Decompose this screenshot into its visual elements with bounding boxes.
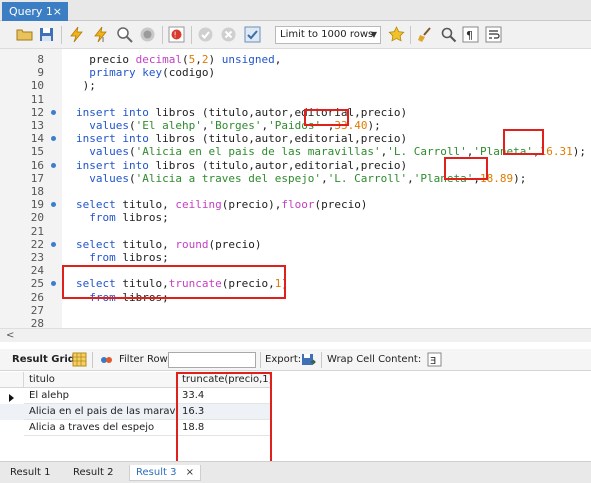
line-number: 18	[30, 185, 44, 198]
autocommit-icon[interactable]	[244, 26, 261, 43]
scroll-left-icon[interactable]: <	[6, 329, 14, 342]
invisible-characters-icon[interactable]: ¶	[462, 26, 479, 43]
tab-result-1[interactable]: Result 1	[10, 465, 50, 481]
svg-text:!: !	[174, 31, 177, 40]
code-line[interactable]: select titulo, round(precio)	[76, 238, 261, 251]
rollback-icon[interactable]	[220, 26, 237, 43]
code-line[interactable]: insert into libros (titulo,autor,editori…	[76, 132, 407, 145]
line-number: 16	[30, 158, 44, 172]
tab-result-3-label: Result 3	[136, 467, 177, 478]
annotation-box-18-89	[444, 157, 488, 180]
line-number: 12	[30, 105, 44, 119]
chevron-down-icon: ▼	[370, 30, 377, 39]
export-icon[interactable]	[301, 352, 316, 367]
cell-titulo[interactable]: Alicia a traves del espejo	[24, 420, 177, 436]
line-number: 20	[30, 211, 44, 225]
find-icon[interactable]	[440, 26, 457, 43]
code-line[interactable]: from libros;	[76, 251, 168, 264]
limit-rows-select[interactable]: Limit to 1000 rows ▼	[275, 26, 381, 44]
result-grid-label[interactable]: Result Grid	[12, 354, 75, 366]
svg-text:Ǝ: Ǝ	[430, 356, 436, 367]
close-icon[interactable]: ×	[53, 2, 62, 21]
add-snippet-star-icon[interactable]	[388, 26, 405, 43]
line-number: 23	[30, 251, 44, 264]
line-number: 27	[30, 303, 44, 317]
statement-marker-icon[interactable]	[51, 241, 56, 247]
annotation-box-16-31	[503, 129, 544, 155]
svg-text:I: I	[102, 36, 104, 43]
execute-current-icon[interactable]: I	[92, 26, 109, 44]
tab-label: Query 1	[9, 5, 53, 18]
line-number: 15	[30, 145, 44, 159]
filter-icon	[99, 353, 113, 367]
beautify-broom-icon[interactable]	[416, 26, 433, 43]
code-line[interactable]: );	[76, 79, 96, 92]
row-header-corner	[0, 372, 24, 388]
statement-marker-icon[interactable]	[51, 109, 56, 115]
code-line[interactable]: precio decimal(5,2) unsigned,	[76, 53, 281, 66]
sql-editor[interactable]: 8 9 10 11 12 13 14 15 16 17 18 19 20 21 22 23 24 25 26 27 28…	[0, 49, 591, 330]
line-number: 13	[30, 119, 44, 132]
result-grid[interactable]: titulo truncate(precio,1) El alehp 33.4 …	[0, 372, 591, 464]
filter-rows-input[interactable]	[168, 352, 256, 368]
word-wrap-icon[interactable]	[485, 26, 502, 43]
explain-magnifier-icon[interactable]	[116, 26, 133, 43]
line-number: 25	[30, 277, 44, 291]
tab-query-1[interactable]: Query 1 ×	[2, 2, 68, 21]
svg-text:¶: ¶	[466, 29, 473, 42]
annotation-box-truncate-column	[176, 372, 272, 464]
code-line[interactable]: insert into libros (titulo,autor,editori…	[76, 106, 407, 119]
wrap-cell-label: Wrap Cell Content:	[327, 354, 422, 365]
query-tab-strip: Query 1 ×	[0, 0, 591, 21]
execute-lightning-icon[interactable]	[68, 26, 85, 43]
tab-result-3[interactable]: Result 3 ×	[129, 465, 202, 481]
sql-editor-toolbar: I ! Limit to 1000 rows ▼ ¶	[0, 21, 591, 49]
export-label: Export:	[265, 354, 302, 365]
result-toolbar: Result Grid Filter Rows: Export: Wrap Ce…	[0, 349, 591, 371]
line-number: 11	[30, 92, 44, 106]
open-folder-icon[interactable]	[16, 26, 33, 43]
tab-result-2[interactable]: Result 2	[73, 465, 113, 481]
statement-marker-icon[interactable]	[51, 136, 56, 142]
line-number: 9	[37, 66, 44, 80]
annotation-box-33-40	[304, 109, 349, 126]
commit-check-icon[interactable]	[197, 26, 214, 43]
stop-on-error-icon[interactable]: !	[168, 26, 185, 43]
line-number: 14	[30, 132, 44, 146]
limit-rows-value: Limit to 1000 rows	[280, 29, 374, 40]
grid-view-icon[interactable]	[72, 352, 87, 367]
close-icon[interactable]: ×	[186, 467, 194, 478]
save-icon[interactable]	[38, 26, 55, 43]
statement-marker-icon[interactable]	[51, 162, 56, 168]
line-number: 21	[30, 224, 44, 238]
line-number-gutter: 8 9 10 11 12 13 14 15 16 17 18 19 20 21 22 23 24 25 26 27 28	[0, 49, 62, 330]
annotation-box-truncate-query	[62, 265, 286, 299]
result-tabs: Result 1 Result 2 Result 3 ×	[0, 461, 591, 483]
line-number: 22	[30, 237, 44, 251]
cell-titulo[interactable]: Alicia en el pais de las maravillas	[24, 404, 177, 420]
code-line[interactable]: select titulo, ceiling(precio),floor(pre…	[76, 198, 367, 211]
statement-marker-icon[interactable]	[51, 202, 56, 208]
code-line[interactable]: insert into libros (titulo,autor,editori…	[76, 159, 407, 172]
cell-titulo[interactable]: El alehp	[24, 388, 177, 404]
line-number: 19	[30, 198, 44, 212]
editor-horizontal-scrollbar[interactable]: <	[0, 328, 591, 342]
wrap-cell-icon[interactable]: Ǝ	[427, 352, 442, 367]
line-number: 17	[30, 171, 44, 185]
column-header-titulo[interactable]: titulo	[24, 372, 177, 388]
line-number: 8	[37, 53, 44, 66]
code-line[interactable]: primary key(codigo)	[76, 66, 215, 79]
line-number: 10	[30, 79, 44, 93]
stop-icon[interactable]	[139, 26, 156, 43]
code-line[interactable]: from libros;	[76, 211, 168, 224]
statement-marker-icon[interactable]	[51, 281, 56, 287]
line-number: 24	[30, 264, 44, 278]
line-number: 26	[30, 290, 44, 304]
